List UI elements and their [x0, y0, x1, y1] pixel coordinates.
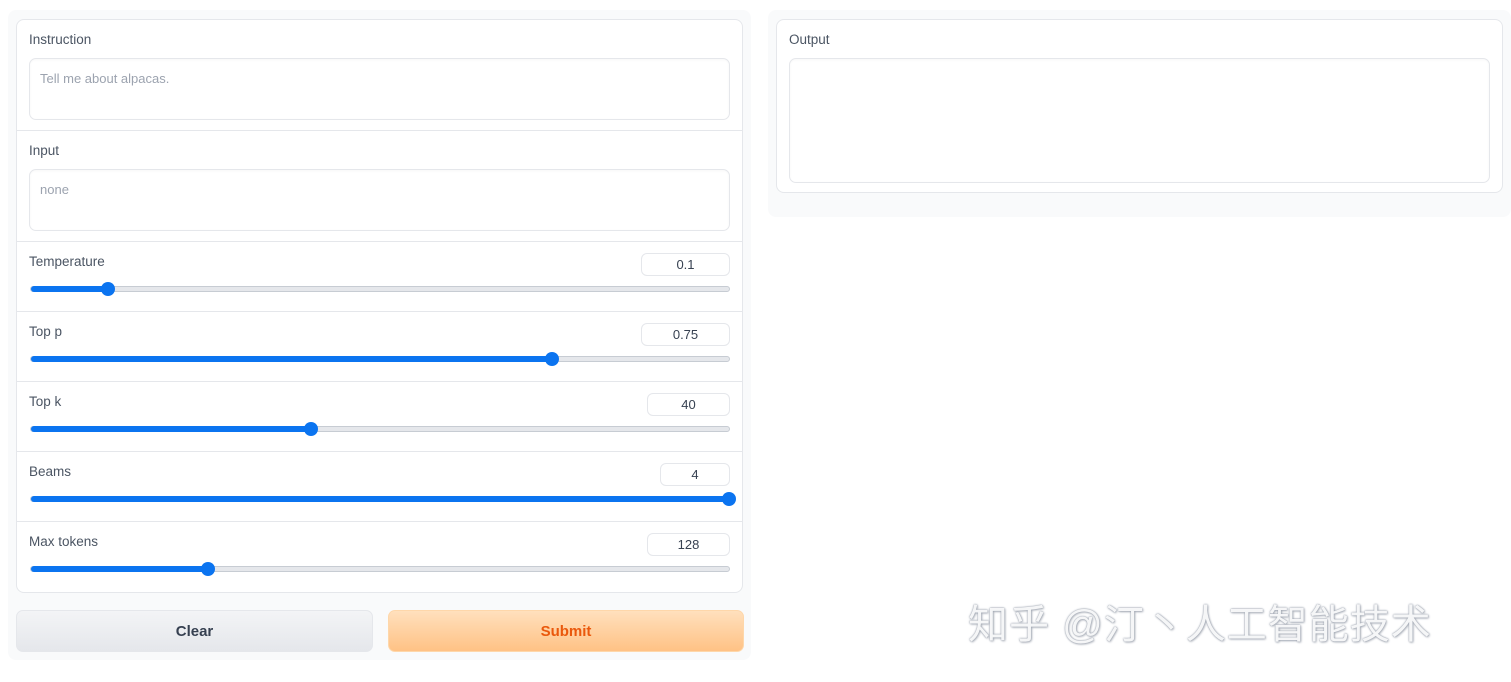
max-tokens-slider-thumb[interactable]	[200, 562, 215, 576]
max-tokens-slider-fill	[31, 566, 208, 572]
input-block: Input none	[17, 131, 742, 242]
top-p-slider-fill	[31, 356, 552, 362]
top-p-number-input[interactable]: 0.75	[641, 323, 730, 346]
top-p-slider[interactable]	[30, 352, 730, 366]
output-panel: Output	[768, 10, 1511, 217]
watermark-text: 知乎 @汀丶人工智能技术	[968, 603, 1432, 647]
top-k-label: Top k	[29, 394, 62, 409]
max-tokens-label: Max tokens	[29, 534, 99, 549]
temperature-block: Temperature 0.1	[17, 242, 742, 312]
input-panel: Instruction Tell me about alpacas. Input…	[8, 10, 751, 660]
top-k-slider[interactable]	[30, 422, 730, 436]
top-p-slider-thumb[interactable]	[544, 352, 559, 366]
beams-slider[interactable]	[30, 492, 736, 506]
output-textarea[interactable]	[789, 58, 1490, 183]
top-k-number-input[interactable]: 40	[647, 393, 730, 416]
output-label: Output	[789, 32, 830, 47]
instruction-label: Instruction	[29, 32, 92, 47]
top-p-block: Top p 0.75	[17, 312, 742, 382]
instruction-block: Instruction Tell me about alpacas.	[17, 20, 742, 131]
top-k-block: Top k 40	[17, 382, 742, 452]
temperature-slider-fill	[31, 286, 108, 292]
beams-block: Beams 4	[17, 452, 742, 522]
form-box: Instruction Tell me about alpacas. Input…	[16, 19, 743, 593]
top-k-slider-thumb[interactable]	[303, 422, 318, 436]
input-textarea[interactable]: none	[29, 169, 730, 231]
input-label: Input	[29, 143, 60, 158]
max-tokens-slider[interactable]	[30, 562, 730, 576]
output-box: Output	[776, 19, 1503, 193]
top-p-label: Top p	[29, 324, 63, 339]
temperature-number-input[interactable]: 0.1	[641, 253, 730, 276]
temperature-slider[interactable]	[30, 282, 730, 296]
beams-label: Beams	[29, 464, 72, 479]
beams-number-input[interactable]: 4	[660, 463, 730, 486]
max-tokens-number-input[interactable]: 128	[647, 533, 730, 556]
temperature-label: Temperature	[29, 254, 105, 269]
beams-slider-fill	[31, 496, 729, 502]
submit-button[interactable]: Submit	[388, 610, 744, 652]
temperature-slider-thumb[interactable]	[100, 282, 115, 296]
beams-slider-thumb[interactable]	[722, 492, 736, 506]
top-k-slider-fill	[31, 426, 311, 432]
clear-button[interactable]: Clear	[16, 610, 373, 652]
instruction-textarea[interactable]: Tell me about alpacas.	[29, 58, 730, 120]
max-tokens-block: Max tokens 128	[17, 522, 742, 592]
